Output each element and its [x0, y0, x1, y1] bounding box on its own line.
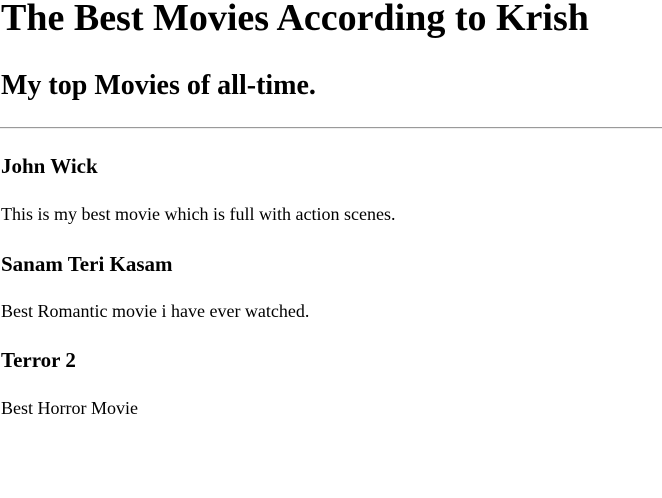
movie-description-john-wick: This is my best movie which is full with… — [1, 204, 396, 224]
page-subtitle: My top Movies of all-time. — [1, 70, 316, 101]
divider — [0, 127, 662, 129]
page: The Best Movies According to Krish My to… — [0, 0, 662, 498]
movie-description-sanam-teri-kasam: Best Romantic movie i have ever watched. — [1, 301, 310, 321]
movie-title-john-wick: John Wick — [1, 154, 98, 178]
page-title: The Best Movies According to Krish — [1, 0, 589, 39]
movie-description-terror-2: Best Horror Movie — [1, 398, 138, 418]
movie-title-terror-2: Terror 2 — [1, 348, 76, 372]
movie-title-sanam-teri-kasam: Sanam Teri Kasam — [1, 252, 173, 276]
